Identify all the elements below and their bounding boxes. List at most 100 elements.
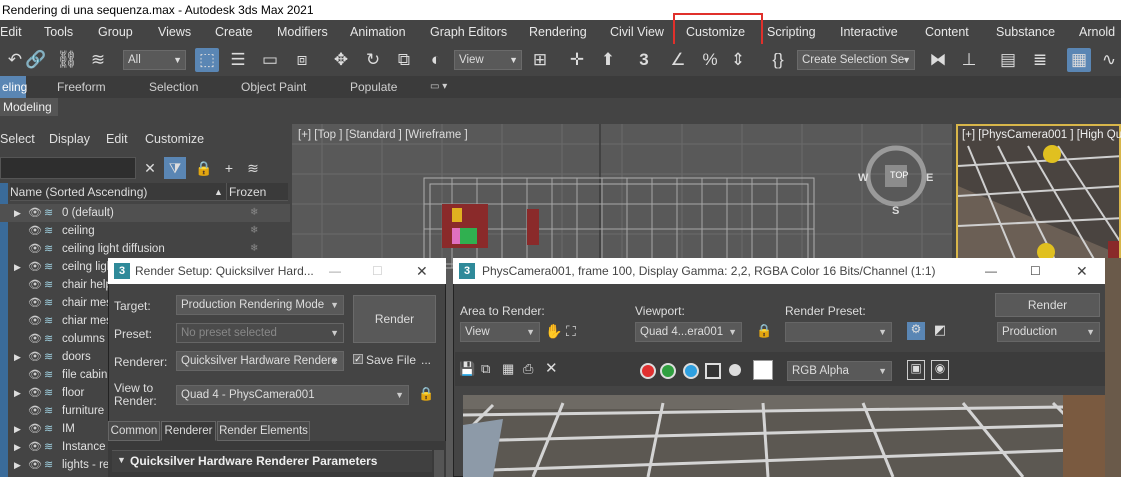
tab-modeling[interactable]: eling	[0, 76, 27, 98]
clear-icon[interactable]: ✕	[545, 359, 558, 377]
expand-arrow-icon[interactable]: ▶	[14, 420, 21, 438]
scrollbar[interactable]	[434, 450, 444, 477]
eye-icon[interactable]: 👁	[28, 312, 42, 330]
production-dropdown[interactable]: Production ▼	[997, 322, 1100, 342]
window-crossing-icon[interactable]: ⧈	[290, 48, 314, 72]
list-item[interactable]: ▶ 👁 ≋ 0 (default) ❄	[0, 204, 290, 222]
explorer-menu-customize[interactable]: Customize	[145, 132, 204, 146]
menu-content[interactable]: Content	[925, 20, 969, 44]
expand-arrow-icon[interactable]: ▶	[14, 348, 21, 366]
menu-tools[interactable]: Tools	[44, 20, 73, 44]
tab-object-paint[interactable]: Object Paint	[241, 76, 306, 98]
align-icon[interactable]: ⊥	[957, 48, 981, 72]
expand-arrow-icon[interactable]: ▶	[14, 384, 21, 402]
eye-icon[interactable]: 👁	[28, 384, 42, 402]
list-item[interactable]: 👁 ≋ ceiling ❄	[0, 222, 290, 240]
ref-coord-dropdown[interactable]: View ▼	[454, 50, 522, 70]
parameters-rollout[interactable]: ▼ Quicksilver Hardware Renderer Paramete…	[112, 450, 432, 472]
modeling-panel-label[interactable]: Modeling	[0, 98, 58, 116]
clear-search-icon[interactable]: ✕	[139, 157, 161, 179]
lock-view-icon[interactable]: 🔒	[418, 386, 434, 402]
expand-arrow-icon[interactable]: ▶	[14, 204, 21, 222]
menu-graph-editors[interactable]: Graph Editors	[430, 20, 507, 44]
keyboard-shortcut-icon[interactable]: ⬆	[596, 48, 620, 72]
explorer-menu-select[interactable]: Select	[0, 132, 35, 146]
layer-explorer-icon[interactable]: ≣	[1028, 48, 1052, 72]
lock-viewport-icon[interactable]: 🔒	[756, 323, 772, 339]
preset-dropdown[interactable]: No preset selected ▼	[176, 323, 344, 343]
viewcube-top-label[interactable]: TOP	[890, 170, 908, 180]
unlink-icon[interactable]: ⛓	[55, 48, 79, 72]
scene-explorer-icon[interactable]: ▤	[996, 48, 1020, 72]
print-icon[interactable]: ⎙	[523, 361, 533, 377]
rect-region-icon[interactable]: ▭	[258, 48, 282, 72]
eye-icon[interactable]: 👁	[28, 420, 42, 438]
snowflake-icon[interactable]: ❄	[250, 222, 258, 240]
maximize-icon[interactable]: ☐	[1030, 258, 1041, 284]
clone-frame-icon[interactable]: ▦	[502, 361, 514, 377]
lock-icon[interactable]: 🔒	[193, 157, 215, 179]
menu-modifiers[interactable]: Modifiers	[277, 20, 328, 44]
angle-snap-icon[interactable]: ∠	[666, 48, 690, 72]
close-icon[interactable]: ✕	[416, 258, 428, 284]
menu-animation[interactable]: Animation	[350, 20, 406, 44]
selection-filter-dropdown[interactable]: All ▼	[123, 50, 186, 70]
eye-icon[interactable]: 👁	[28, 366, 42, 384]
display-toggle-icon[interactable]: ▣	[907, 360, 925, 380]
percent-snap-icon[interactable]: %	[698, 48, 722, 72]
menu-scripting[interactable]: Scripting	[767, 20, 816, 44]
menu-interactive[interactable]: Interactive	[840, 20, 898, 44]
select-icon[interactable]: ⬚	[195, 48, 219, 72]
link-icon[interactable]: 🔗	[24, 48, 48, 72]
select-by-name-icon[interactable]: ☰	[226, 48, 250, 72]
menu-create[interactable]: Create	[215, 20, 253, 44]
menu-edit[interactable]: Edit	[0, 20, 22, 44]
named-sets-icon[interactable]: {}	[766, 48, 790, 72]
curve-editor-icon[interactable]: ∿	[1097, 48, 1121, 72]
edit-region-icon[interactable]: ✋	[545, 323, 562, 340]
close-icon[interactable]: ✕	[1076, 258, 1088, 284]
viewport-dropdown[interactable]: Quad 4...era001 ▼	[635, 322, 742, 342]
save-image-icon[interactable]: 💾	[459, 361, 475, 377]
auto-region-icon[interactable]: ⛶	[566, 323, 576, 340]
snowflake-icon[interactable]: ❄	[250, 204, 258, 222]
eye-icon[interactable]: 👁	[28, 438, 42, 456]
snap-3-icon[interactable]: 3	[632, 48, 656, 72]
pivot-icon[interactable]: ⊞	[528, 48, 552, 72]
toggle-ribbon-icon[interactable]: ▦	[1067, 48, 1091, 72]
ribbon-options-icon[interactable]: ▭ ▾	[430, 76, 447, 98]
column-frozen-header[interactable]: Frozen	[226, 183, 266, 201]
add-layer-icon[interactable]: +	[218, 157, 240, 179]
eye-icon[interactable]: 👁	[28, 330, 42, 348]
menu-customize[interactable]: Customize	[686, 20, 745, 44]
menu-arnold[interactable]: Arnold	[1079, 20, 1115, 44]
list-item[interactable]: 👁 ≋ ceiling light diffusion ❄	[0, 240, 290, 258]
menu-views[interactable]: Views	[158, 20, 191, 44]
explorer-menu-edit[interactable]: Edit	[106, 132, 128, 146]
menu-rendering[interactable]: Rendering	[529, 20, 587, 44]
tab-freeform[interactable]: Freeform	[57, 76, 106, 98]
copy-image-icon[interactable]: ⧉	[481, 361, 490, 377]
scale-icon[interactable]: ⧉	[392, 48, 416, 72]
render-setup-titlebar[interactable]: 3 Render Setup: Quicksilver Hard... — ☐ …	[108, 258, 446, 284]
area-to-render-dropdown[interactable]: View ▼	[460, 322, 540, 342]
view-to-render-dropdown[interactable]: Quad 4 - PhysCamera001 ▼	[176, 385, 409, 405]
frame-render-button[interactable]: Render	[995, 293, 1100, 317]
expand-arrow-icon[interactable]: ▶	[14, 438, 21, 456]
eye-icon[interactable]: 👁	[28, 204, 42, 222]
rotate-icon[interactable]: ↻	[361, 48, 385, 72]
selection-set-dropdown[interactable]: Create Selection Se ▼	[797, 50, 915, 70]
viewport-camera[interactable]	[956, 124, 1121, 264]
layers-icon[interactable]: ≋	[242, 157, 264, 179]
pixel-info-icon[interactable]: ◉	[931, 360, 949, 380]
explorer-search-input[interactable]	[0, 157, 136, 179]
tab-render-elements[interactable]: Render Elements	[217, 421, 310, 441]
maximize-icon[interactable]: ☐	[372, 258, 383, 284]
menu-civil-view[interactable]: Civil View	[610, 20, 664, 44]
render-setup-icon[interactable]: ⚙	[907, 322, 925, 340]
save-file-checkbox[interactable]: ✓	[353, 354, 363, 364]
snowflake-icon[interactable]: ❄	[250, 240, 258, 258]
save-file-browse-button[interactable]: ...	[421, 353, 431, 367]
eye-icon[interactable]: 👁	[28, 240, 42, 258]
eye-icon[interactable]: 👁	[28, 402, 42, 420]
